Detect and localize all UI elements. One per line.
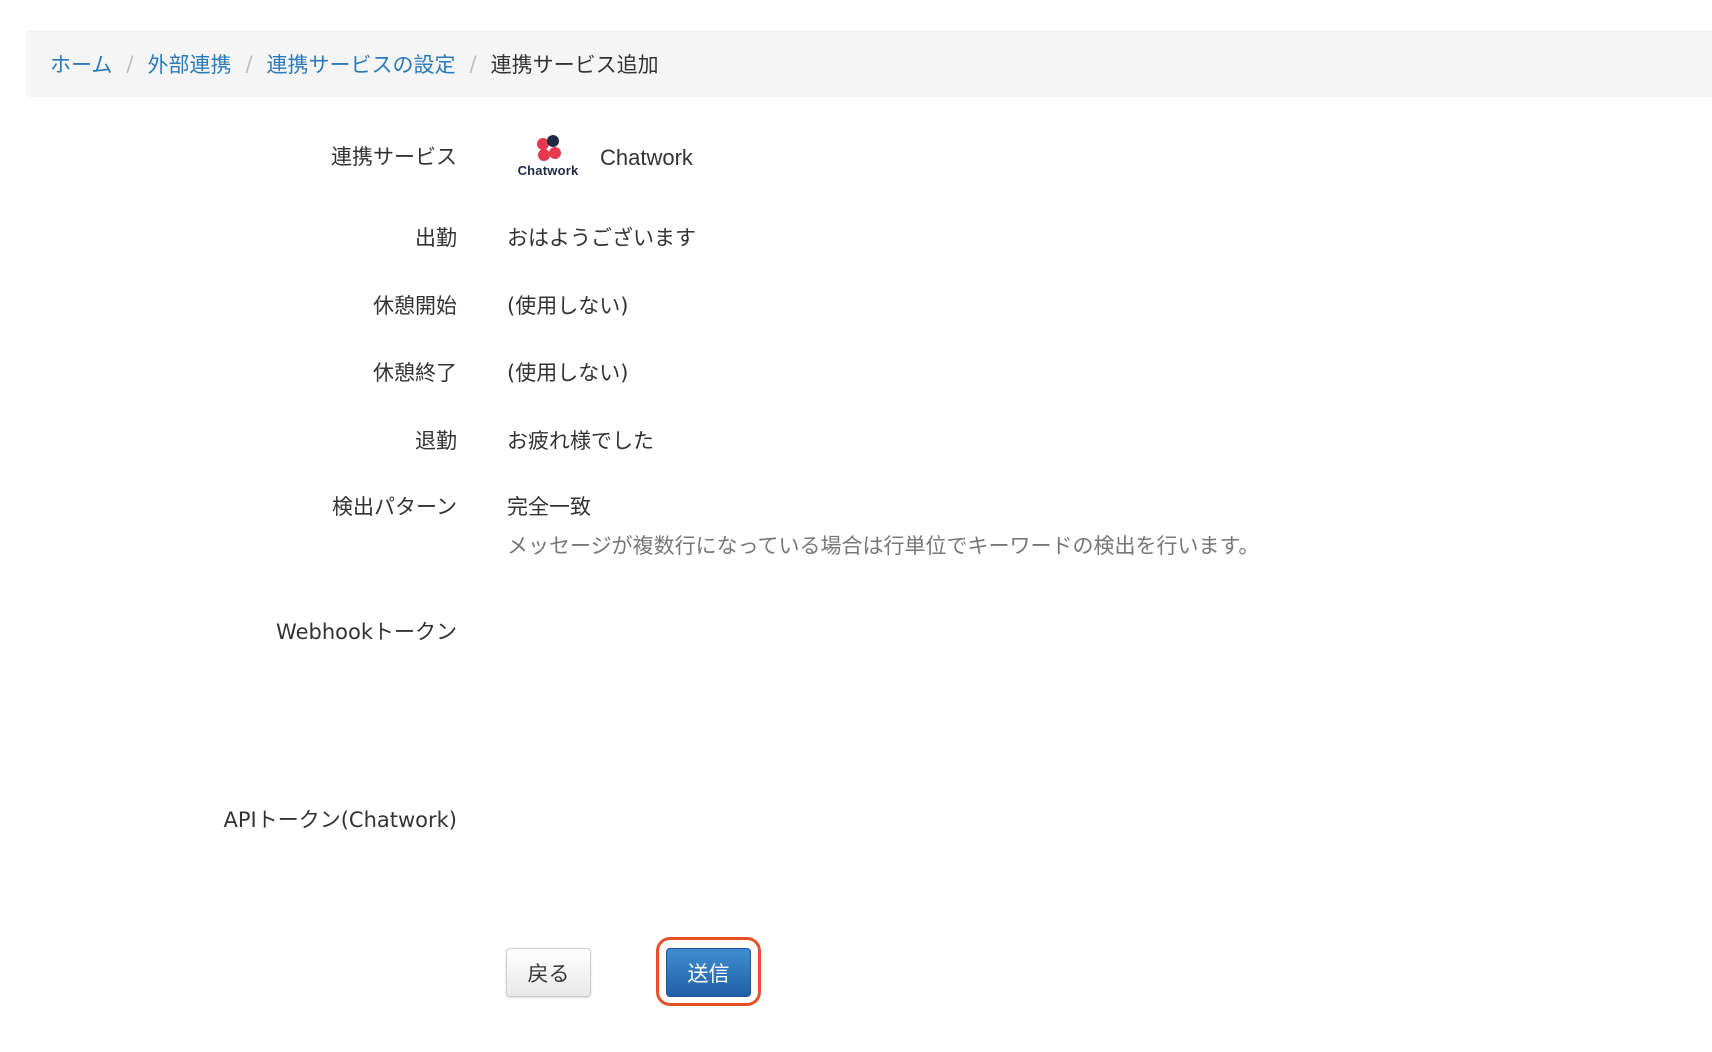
breadcrumb-current: 連携サービス追加 [490,52,659,77]
clock-in-value: おはようございます [507,226,696,250]
break-start-value: (使用しない) [507,294,629,318]
pattern-help-text: メッセージが複数行になっている場合は行単位でキーワードの検出を行います。 [507,534,1260,558]
clock-out-label: 退勤 [415,429,457,453]
service-label: 連携サービス [331,145,457,169]
break-end-label: 休憩終了 [373,361,457,385]
clock-in-label: 出勤 [415,226,457,250]
breadcrumb-integrations-link[interactable]: 外部連携 [147,49,231,79]
break-start-label: 休憩開始 [373,294,457,318]
breadcrumb-separator: / [469,51,477,76]
chatwork-logo-text: Chatwork [517,163,579,178]
pattern-value: 完全一致 [507,495,591,519]
breadcrumb-home-link[interactable]: ホーム [50,49,112,79]
service-value: Chatwork Chatwork [512,134,693,182]
clock-out-value: お疲れ様でした [507,429,654,453]
pattern-label: 検出パターン [332,495,457,519]
breadcrumb-service-settings-link[interactable]: 連携サービスの設定 [267,49,456,79]
break-end-value: (使用しない) [507,361,629,385]
breadcrumb: ホーム / 外部連携 / 連携サービスの設定 / 連携サービス追加 [26,30,1712,97]
back-button[interactable]: 戻る [506,948,591,997]
api-token-label: APIトークン(Chatwork) [223,808,457,832]
breadcrumb-separator: / [245,51,253,76]
service-name: Chatwork [600,145,693,170]
chatwork-logo-icon: Chatwork [512,134,584,182]
submit-button[interactable]: 送信 [666,948,751,997]
breadcrumb-separator: / [126,51,134,76]
webhook-token-label: Webhookトークン [276,620,457,644]
